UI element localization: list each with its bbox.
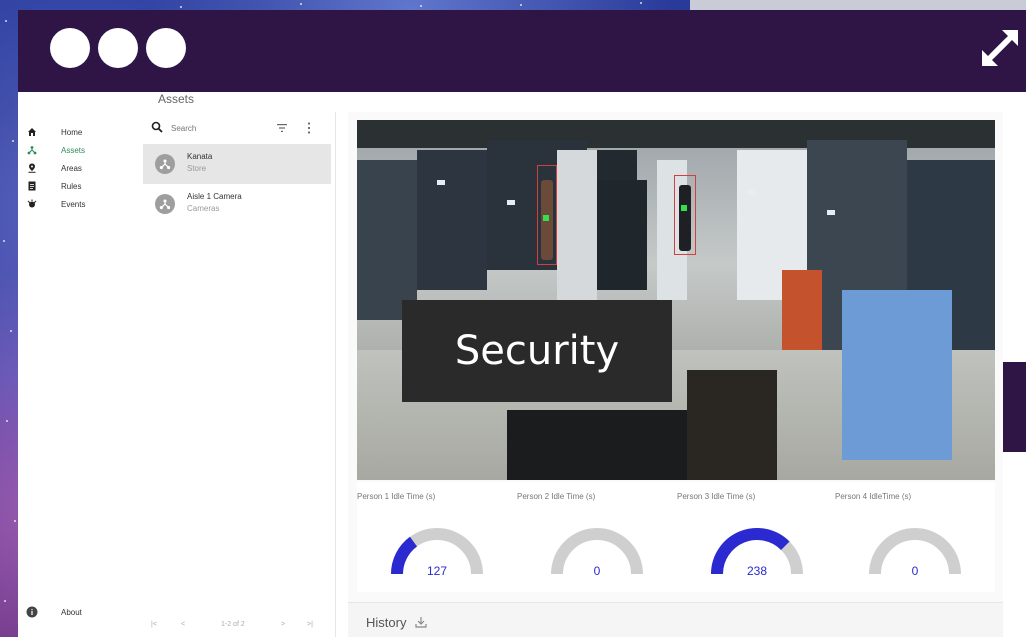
nav-label: Events (61, 199, 86, 209)
app-window: Home Assets Areas Rules Events About Ass… (18, 10, 1026, 637)
nav-item-assets[interactable]: Assets (18, 140, 143, 160)
tracking-marker (681, 205, 687, 211)
star (4, 600, 6, 602)
desktop-background-strip (690, 0, 1026, 10)
camera-overlay-label: Security (402, 300, 672, 402)
info-icon (26, 606, 38, 618)
asset-subtitle: Cameras (187, 204, 220, 213)
star (420, 5, 422, 7)
gauges-row: Person 1 Idle Time (s) 127 Person 2 Idle T… (357, 482, 995, 592)
gauge-value: 238 (746, 564, 768, 578)
gauge-label: Person 4 IdleTime (s) (835, 492, 912, 501)
scene-display (842, 290, 952, 460)
asset-subtitle: Store (187, 164, 207, 173)
star (10, 330, 12, 332)
assets-header: Assets (158, 92, 195, 106)
window-dot-3[interactable] (146, 28, 186, 68)
asset-item-aisle-camera[interactable]: Aisle 1 Camera Cameras (143, 184, 331, 224)
nav-item-about[interactable]: About (18, 602, 143, 622)
first-page-button[interactable]: |< (151, 621, 157, 628)
scene-tag (747, 190, 755, 195)
star (14, 520, 16, 522)
download-icon[interactable] (414, 615, 428, 629)
search-bar (143, 112, 336, 144)
rules-icon (26, 180, 38, 192)
asset-title: Kanata (187, 152, 213, 161)
assets-icon (159, 159, 171, 170)
asset-avatar (155, 194, 175, 214)
gauge-value: 0 (911, 564, 919, 578)
nav-item-home[interactable]: Home (18, 122, 143, 142)
next-page-button[interactable]: > (281, 621, 285, 628)
scene-table (507, 410, 687, 480)
pagination: |< < 1-2 of 2 > >| (143, 617, 331, 637)
gauge-label: Person 3 Idle Time (s) (677, 492, 756, 501)
nav-label: Home (61, 127, 83, 137)
gauge-label: Person 2 Idle Time (s) (517, 492, 596, 501)
filter-icon[interactable] (276, 122, 288, 134)
scene-tag (437, 180, 445, 185)
gauge-value: 0 (593, 564, 601, 578)
scene-shelf (557, 150, 597, 300)
scene-table (687, 370, 777, 480)
events-icon (26, 198, 38, 210)
star (520, 4, 522, 6)
prev-page-button[interactable]: < (181, 621, 185, 628)
window-dot-2[interactable] (98, 28, 138, 68)
assets-icon (159, 199, 171, 210)
star (640, 2, 642, 4)
location-icon (26, 162, 38, 174)
gauge-person-2: Person 2 Idle Time (s) 0 (517, 482, 677, 592)
star (300, 3, 302, 5)
scene-bins (782, 270, 822, 350)
scene-shelf (597, 180, 647, 290)
history-label: History (366, 615, 407, 630)
assets-icon (26, 144, 38, 156)
search-icon (151, 121, 163, 133)
search-input[interactable] (171, 120, 261, 136)
nav-item-rules[interactable]: Rules (18, 176, 143, 196)
gauge-person-1: Person 1 Idle Time (s) 127 (357, 482, 517, 592)
expand-icon[interactable] (978, 26, 1022, 70)
nav-label: Assets (61, 145, 86, 155)
right-panel-card (1003, 452, 1026, 637)
page-range: 1-2 of 2 (221, 621, 245, 628)
right-edge-panel (1003, 92, 1026, 637)
assets-panel: Kanata Store Aisle 1 Camera Cameras |< <… (143, 112, 336, 637)
gauge-person-4: Person 4 IdleTime (s) 0 (835, 482, 995, 592)
right-panel-card (1003, 92, 1026, 362)
star (6, 420, 8, 422)
app-surface: Home Assets Areas Rules Events About Ass… (18, 92, 1003, 637)
main-content: Security Person 1 Idle Time (s) 127 Person… (348, 112, 1003, 637)
scene-shelf (357, 160, 417, 320)
gauge-person-3: Person 3 Idle Time (s) 238 (677, 482, 837, 592)
asset-title: Aisle 1 Camera (187, 192, 242, 201)
about-label: About (61, 608, 82, 617)
home-icon (26, 126, 38, 138)
star (3, 240, 5, 242)
nav-label: Areas (61, 163, 82, 173)
gauge-label: Person 1 Idle Time (s) (357, 492, 436, 501)
last-page-button[interactable]: >| (307, 621, 313, 628)
history-bar: History (348, 602, 1003, 637)
camera-feed[interactable]: Security (357, 120, 995, 480)
person-figure (679, 185, 691, 251)
star (5, 20, 7, 22)
star (12, 140, 14, 142)
nav-item-events[interactable]: Events (18, 194, 143, 214)
title-bar (18, 10, 1026, 92)
nav-label: Rules (61, 181, 82, 191)
window-dot-1[interactable] (50, 28, 90, 68)
scene-tag (827, 210, 835, 215)
star (180, 6, 182, 8)
nav-item-areas[interactable]: Areas (18, 158, 143, 178)
scene-shelf (417, 150, 487, 290)
tracking-marker (543, 215, 549, 221)
asset-avatar (155, 154, 175, 174)
left-nav: Home Assets Areas Rules Events About (18, 92, 143, 637)
gauge-value: 127 (426, 564, 448, 578)
more-vert-icon[interactable] (306, 121, 312, 135)
asset-item-kanata[interactable]: Kanata Store (143, 144, 331, 184)
scene-tag (507, 200, 515, 205)
